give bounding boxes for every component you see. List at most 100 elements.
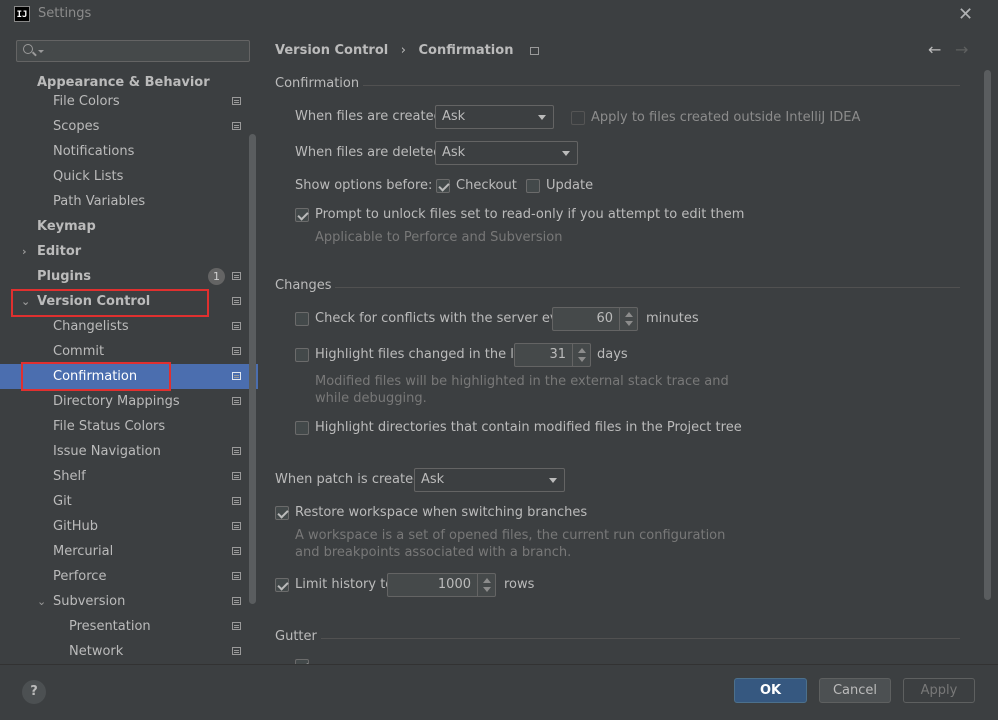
sidebar-item-label: Mercurial: [53, 544, 114, 559]
sidebar-item-version-control[interactable]: ⌄ Version Control: [0, 289, 258, 314]
sidebar-item-label: Shelf: [53, 469, 86, 484]
check-conflicts-checkbox[interactable]: [295, 312, 309, 326]
project-settings-icon: [232, 397, 241, 405]
spinner-buttons[interactable]: [477, 574, 495, 596]
section-title-confirmation: Confirmation: [275, 76, 360, 91]
ok-button[interactable]: OK: [734, 678, 807, 703]
project-settings-icon: [232, 597, 241, 605]
prompt-unlock-checkbox[interactable]: [295, 208, 309, 222]
sidebar-item-label: Keymap: [37, 219, 96, 234]
apply-button[interactable]: Apply: [903, 678, 975, 703]
help-button[interactable]: ?: [22, 680, 46, 704]
sidebar-item-commit[interactable]: Commit: [0, 339, 258, 364]
close-icon[interactable]: ✕: [958, 4, 973, 25]
window-title: Settings: [38, 6, 92, 21]
highlight-changed-unit: days: [597, 347, 628, 362]
sidebar-item-label: Scopes: [53, 119, 100, 134]
files-deleted-label: When files are deleted:: [295, 145, 446, 160]
search-history-chevron-icon[interactable]: [38, 50, 44, 53]
sidebar-item-label: Commit: [53, 344, 105, 359]
spinner-up-icon[interactable]: [578, 348, 586, 353]
sidebar-item-label: GitHub: [53, 519, 99, 534]
sidebar-item-path-variables[interactable]: Path Variables: [0, 189, 258, 214]
limit-history-label: Limit history to: [295, 577, 394, 592]
project-settings-icon: [232, 447, 241, 455]
chevron-down-icon[interactable]: ⌄: [37, 589, 46, 614]
breadcrumb-parent[interactable]: Version Control: [275, 43, 388, 58]
search-icon: [23, 44, 33, 54]
highlight-changed-checkbox[interactable]: [295, 348, 309, 362]
sidebar-item-issue-navigation[interactable]: Issue Navigation: [0, 439, 258, 464]
spinner-down-icon[interactable]: [625, 321, 633, 326]
limit-history-checkbox[interactable]: [275, 578, 289, 592]
sidebar-item-label: Notifications: [53, 144, 135, 159]
restore-workspace-checkbox[interactable]: [275, 506, 289, 520]
sidebar-item-quick-lists[interactable]: Quick Lists: [0, 164, 258, 189]
spinner-down-icon[interactable]: [578, 357, 586, 362]
project-settings-icon: [232, 522, 241, 530]
sidebar-item-subversion[interactable]: ⌄ Subversion: [0, 589, 258, 614]
project-settings-icon: [529, 46, 539, 55]
check-conflicts-unit: minutes: [646, 311, 699, 326]
apply-outside-checkbox[interactable]: [571, 111, 585, 125]
chevron-down-icon[interactable]: ⌄: [21, 289, 30, 314]
files-created-combo[interactable]: Ask: [435, 105, 554, 129]
check-conflicts-label: Check for conflicts with the server ever…: [315, 311, 579, 326]
sidebar-item-presentation[interactable]: Presentation: [0, 614, 258, 639]
spinner-buttons[interactable]: [572, 344, 590, 366]
spinner-buttons[interactable]: [619, 308, 637, 330]
files-deleted-combo[interactable]: Ask: [435, 141, 578, 165]
limit-history-spinner[interactable]: 1000: [387, 573, 496, 597]
sidebar-item-scopes[interactable]: Scopes: [0, 114, 258, 139]
cancel-button[interactable]: Cancel: [819, 678, 891, 703]
restore-workspace-label: Restore workspace when switching branche…: [295, 505, 588, 520]
sidebar-item-network[interactable]: Network: [0, 639, 258, 664]
arrow-left-icon[interactable]: ←: [928, 40, 941, 59]
highlight-dirs-checkbox[interactable]: [295, 421, 309, 435]
spinner-down-icon[interactable]: [483, 587, 491, 592]
sidebar-item-file-colors[interactable]: File Colors: [0, 89, 258, 114]
sidebar-scrollbar[interactable]: [249, 134, 256, 604]
checkout-label: Checkout: [456, 178, 517, 193]
limit-history-value: 1000: [437, 577, 471, 592]
patch-created-combo[interactable]: Ask: [414, 468, 565, 492]
sidebar-item-notifications[interactable]: Notifications: [0, 139, 258, 164]
section-title-gutter: Gutter: [275, 629, 317, 644]
chevron-right-icon[interactable]: ›: [22, 239, 27, 264]
sidebar-item-label: Path Variables: [53, 194, 146, 209]
sidebar-item-github[interactable]: GitHub: [0, 514, 258, 539]
sidebar-item-changelists[interactable]: Changelists: [0, 314, 258, 339]
highlight-changed-spinner[interactable]: 31: [514, 343, 591, 367]
update-checkbox[interactable]: [526, 179, 540, 193]
section-title-changes: Changes: [275, 278, 332, 293]
sidebar-item-git[interactable]: Git: [0, 489, 258, 514]
project-settings-icon: [232, 572, 241, 580]
files-created-value: Ask: [442, 109, 466, 124]
spinner-up-icon[interactable]: [483, 578, 491, 583]
prompt-unlock-hint: Applicable to Perforce and Subversion: [315, 230, 563, 245]
sidebar-item-shelf[interactable]: Shelf: [0, 464, 258, 489]
content-scrollbar[interactable]: [984, 70, 991, 600]
project-settings-icon: [232, 122, 241, 130]
section-divider: [363, 85, 960, 86]
sidebar-item-label: Perforce: [53, 569, 107, 584]
check-conflicts-spinner[interactable]: 60: [552, 307, 638, 331]
sidebar-item-keymap[interactable]: Keymap: [0, 214, 258, 239]
sidebar-item-mercurial[interactable]: Mercurial: [0, 539, 258, 564]
highlight-changed-value: 31: [549, 347, 566, 362]
restore-workspace-hint-line1: A workspace is a set of opened files, th…: [295, 528, 726, 543]
sidebar-item-confirmation[interactable]: Confirmation: [0, 364, 258, 389]
sidebar-item-file-status-colors[interactable]: File Status Colors: [0, 414, 258, 439]
sidebar-item-perforce[interactable]: Perforce: [0, 564, 258, 589]
prompt-unlock-label: Prompt to unlock files set to read-only …: [315, 207, 745, 222]
search-input[interactable]: [16, 40, 250, 62]
spinner-up-icon[interactable]: [625, 312, 633, 317]
highlight-changed-label: Highlight files changed in the last: [315, 347, 534, 362]
checkout-checkbox[interactable]: [436, 179, 450, 193]
sidebar-item-directory-mappings[interactable]: Directory Mappings: [0, 389, 258, 414]
sidebar-item-editor[interactable]: › Editor: [0, 239, 258, 264]
section-divider: [335, 287, 960, 288]
patch-created-label: When patch is created:: [275, 472, 426, 487]
sidebar-item-plugins[interactable]: Plugins 1: [0, 264, 258, 289]
arrow-right-icon[interactable]: →: [955, 40, 968, 59]
